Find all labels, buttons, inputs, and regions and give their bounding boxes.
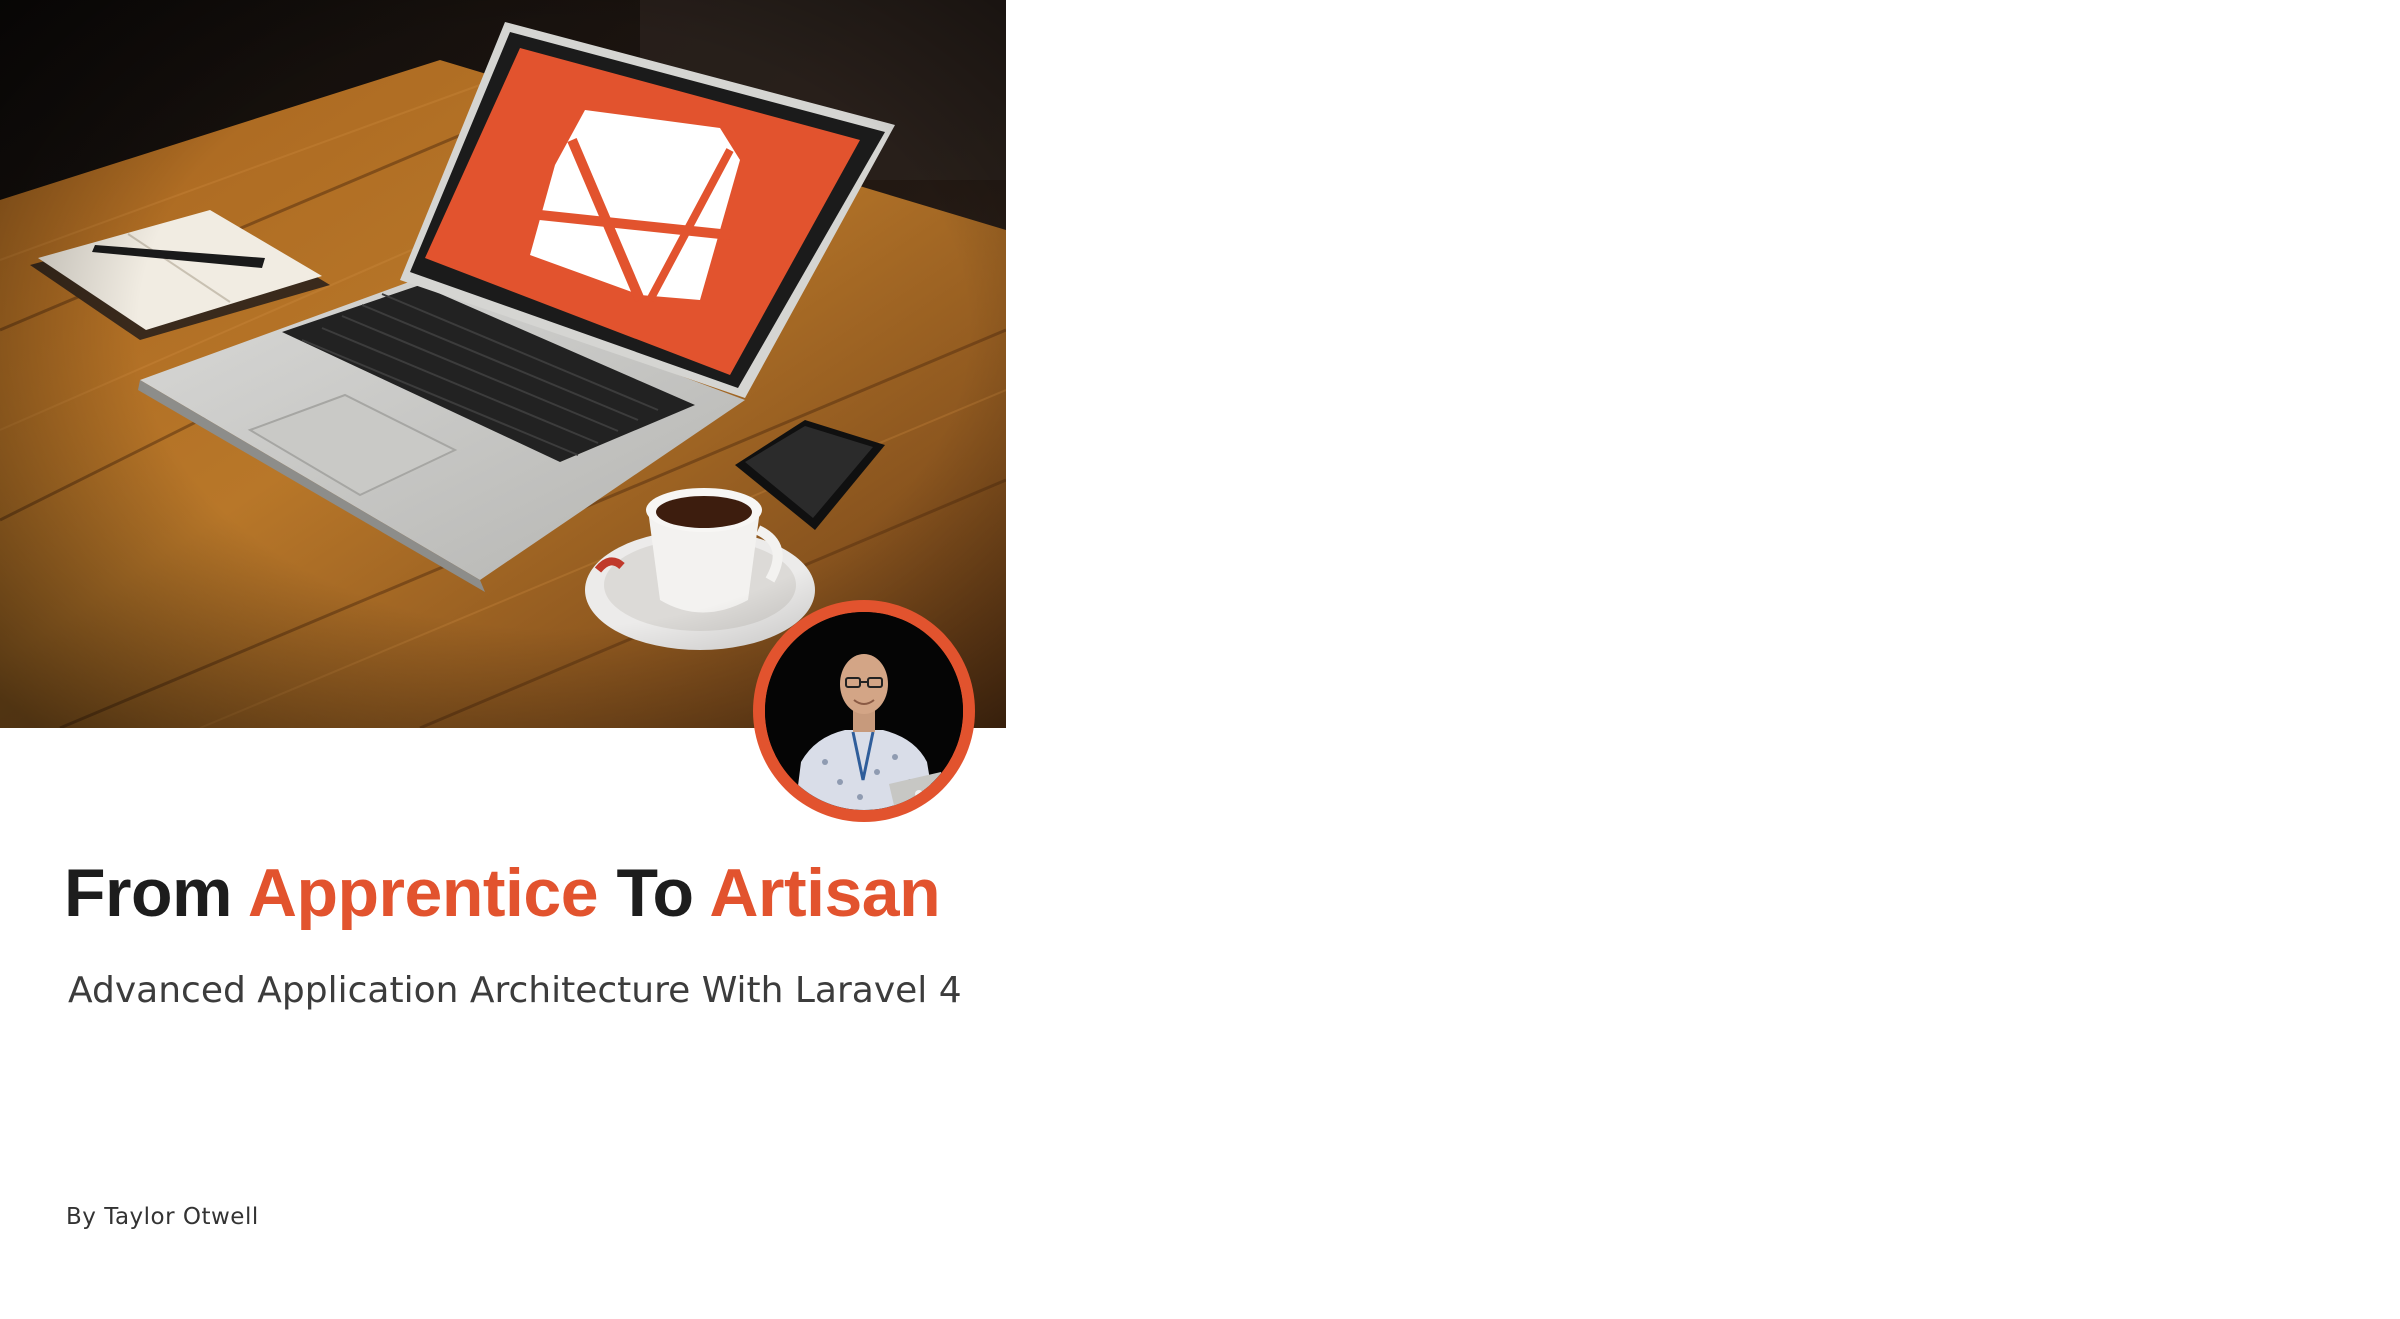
book-title: From Apprentice To Artisan [64,855,941,931]
title-word-apprentice: Apprentice [247,855,599,931]
title-word-from: From [64,855,233,931]
title-word-artisan: Artisan [709,855,941,931]
author-avatar [753,600,975,822]
title-word-to: To [616,855,694,931]
book-cover: From Apprentice To Artisan Advanced Appl… [0,0,1006,1319]
book-subtitle: Advanced Application Architecture With L… [68,970,962,1011]
author-byline: By Taylor Otwell [66,1204,259,1230]
